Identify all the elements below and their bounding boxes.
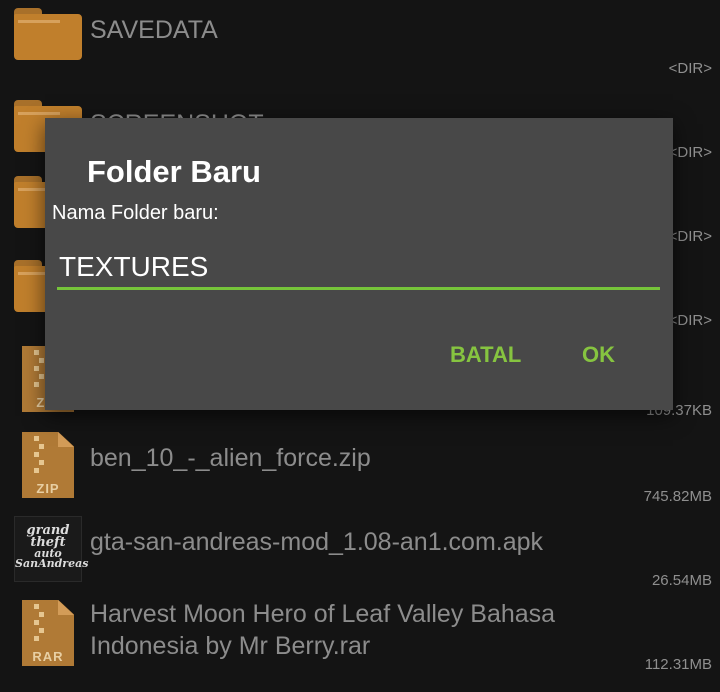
file-row-harvest-moon[interactable]: RAR Harvest Moon Hero of Leaf Valley Bah… <box>0 596 720 692</box>
file-name: SAVEDATA <box>90 16 218 44</box>
zip-archive-icon: ZIP <box>14 432 82 498</box>
file-meta: <DIR> <box>668 312 712 329</box>
file-row-savedata[interactable]: SAVEDATA <DIR> <box>0 0 720 84</box>
file-manager-screen: SAVEDATA <DIR> SCREENSHOT <DIR> <DIR> <D… <box>0 0 720 692</box>
file-name: ben_10_-_alien_force.zip <box>90 444 371 472</box>
file-row-gta-apk[interactable]: grand theft auto SanAndreas gta-san-andr… <box>0 512 720 596</box>
file-meta: <DIR> <box>668 60 712 77</box>
folder-name-input[interactable] <box>57 246 660 290</box>
folder-icon <box>14 4 82 70</box>
new-folder-dialog: Folder Baru Nama Folder baru: BATAL OK <box>45 118 673 410</box>
dialog-title: Folder Baru <box>87 154 261 189</box>
apk-app-icon: grand theft auto SanAndreas <box>14 516 88 582</box>
file-meta: 112.31MB <box>644 656 712 673</box>
file-meta: 745.82MB <box>643 488 712 505</box>
cancel-button[interactable]: BATAL <box>450 342 521 368</box>
file-name: Harvest Moon Hero of Leaf Valley Bahasa … <box>90 600 556 660</box>
file-meta: <DIR> <box>668 228 712 245</box>
file-meta: <DIR> <box>668 144 712 161</box>
ok-button[interactable]: OK <box>582 342 615 368</box>
file-row-ben10[interactable]: ZIP ben_10_-_alien_force.zip 745.82MB <box>0 428 720 512</box>
rar-archive-icon: RAR <box>14 600 82 666</box>
file-meta: 26.54MB <box>651 572 712 589</box>
folder-name-label: Nama Folder baru: <box>52 202 219 224</box>
file-name: gta-san-andreas-mod_1.08-an1.com.apk <box>90 528 544 556</box>
